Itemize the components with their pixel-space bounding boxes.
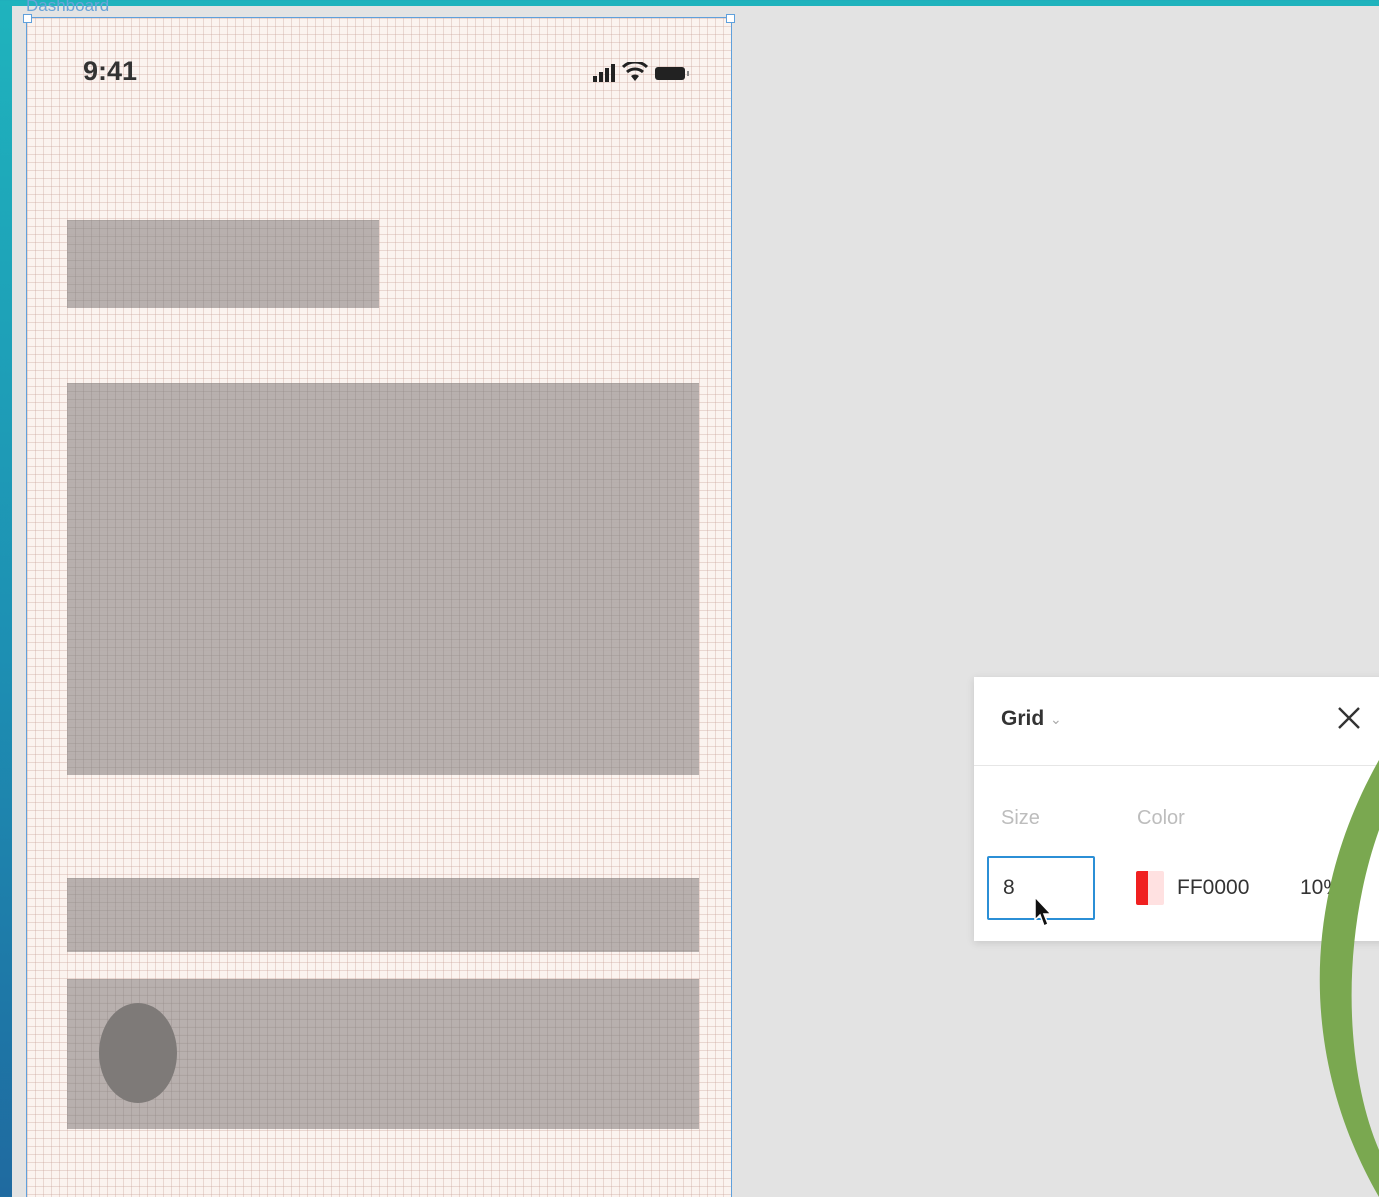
- leaf-decoration: [1319, 760, 1379, 1197]
